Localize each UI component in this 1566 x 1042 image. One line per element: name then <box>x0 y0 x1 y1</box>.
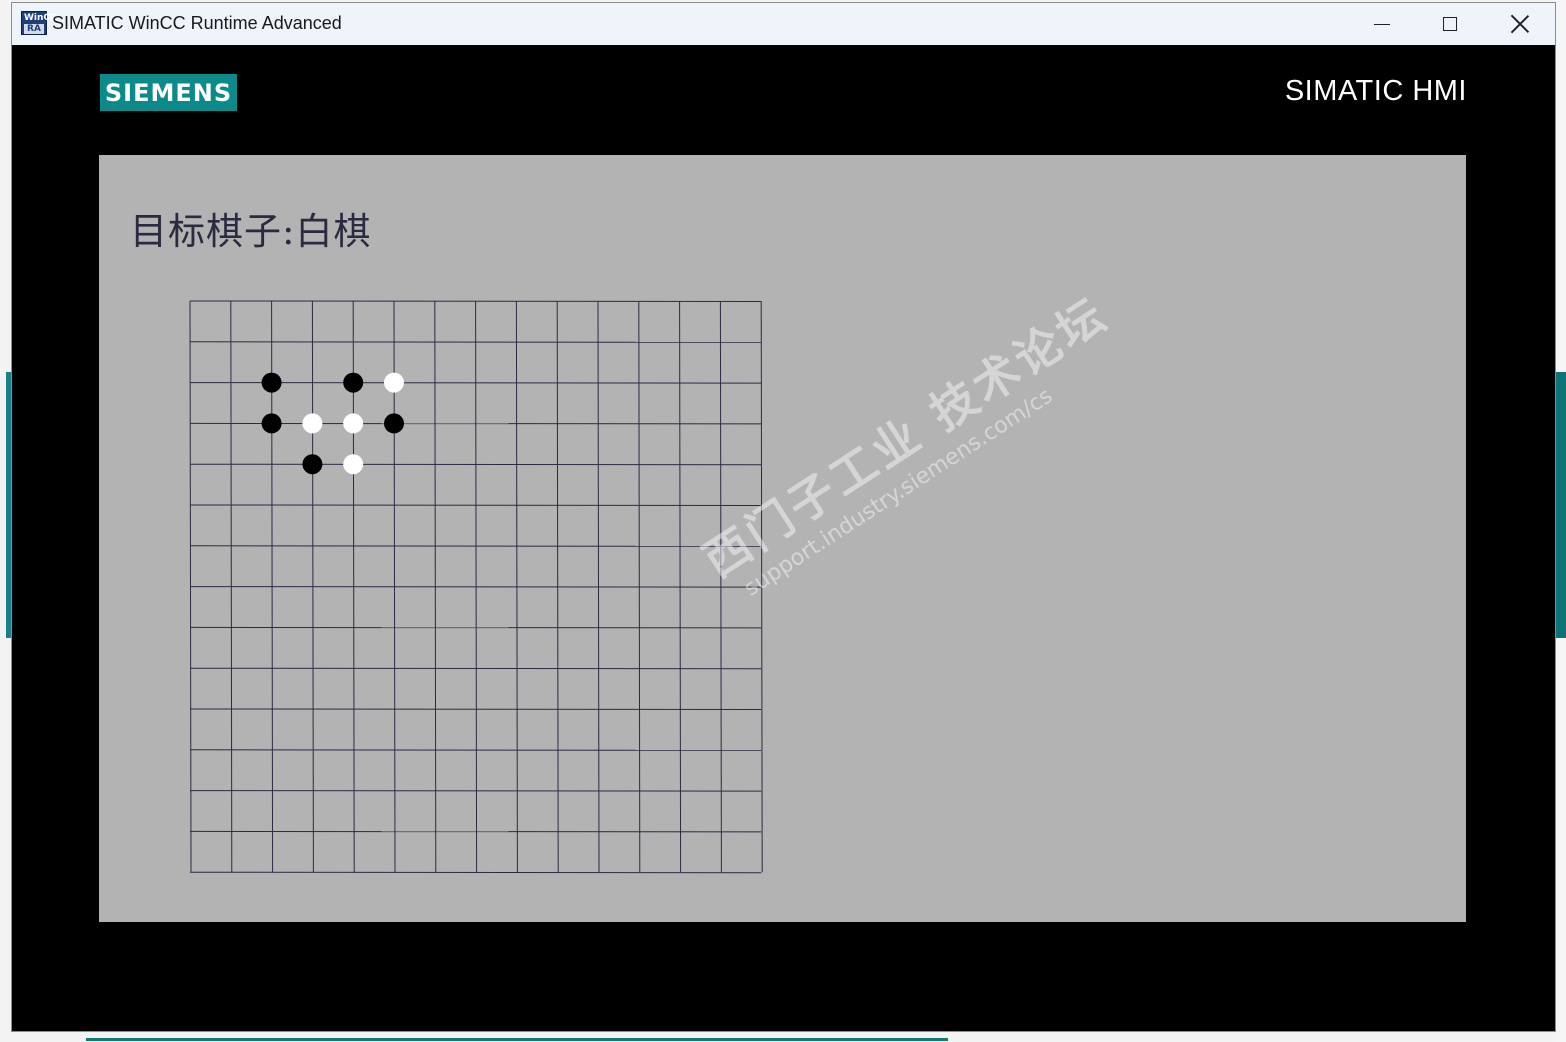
grid-line-horizontal <box>189 626 762 629</box>
grid-line-horizontal <box>189 871 762 874</box>
grid-line-horizontal <box>189 749 762 751</box>
white-stone[interactable] <box>302 413 323 434</box>
background-window-fragment <box>1556 372 1566 638</box>
minimize-button[interactable] <box>1348 3 1416 45</box>
white-stone[interactable] <box>343 454 364 475</box>
grid-line-horizontal <box>189 504 762 506</box>
grid-line-horizontal <box>189 300 762 302</box>
siemens-logo: SIEMENS <box>100 74 237 111</box>
app-window: WinCC RA SIMATIC WinCC Runtime Advanced … <box>11 2 1556 1032</box>
hmi-screen: 目标棋子:白棋 西门子工业 技术论坛 support.industry.siem… <box>99 155 1466 922</box>
maximize-button[interactable] <box>1416 3 1484 45</box>
black-stone[interactable] <box>343 372 364 393</box>
grid-line-horizontal <box>189 830 762 833</box>
maximize-icon <box>1443 17 1457 31</box>
grid-line-horizontal <box>189 790 762 792</box>
background-taskbar-line <box>86 1038 948 1041</box>
grid-line-horizontal <box>189 341 762 343</box>
black-stone[interactable] <box>384 413 404 434</box>
close-button[interactable] <box>1486 3 1554 45</box>
grid-line-horizontal <box>189 667 762 670</box>
icon-bottom-text: RA <box>24 24 44 34</box>
minimize-icon <box>1374 23 1390 25</box>
wincc-app-icon[interactable]: WinCC RA <box>21 11 57 35</box>
grid-line-horizontal <box>189 586 762 588</box>
black-stone[interactable] <box>261 372 282 393</box>
black-stone[interactable] <box>302 454 323 475</box>
window-title: SIMATIC WinCC Runtime Advanced <box>52 13 342 33</box>
black-stone[interactable] <box>261 413 282 434</box>
grid-line-horizontal <box>189 463 762 466</box>
title-bar[interactable]: WinCC RA SIMATIC WinCC Runtime Advanced <box>12 3 1555 45</box>
close-icon <box>1511 15 1529 33</box>
simatic-hmi-label: SIMATIC HMI <box>1284 75 1467 107</box>
grid-line-horizontal <box>189 545 762 547</box>
white-stone[interactable] <box>384 372 404 393</box>
white-stone[interactable] <box>343 413 364 434</box>
grid-line-horizontal <box>189 708 762 710</box>
